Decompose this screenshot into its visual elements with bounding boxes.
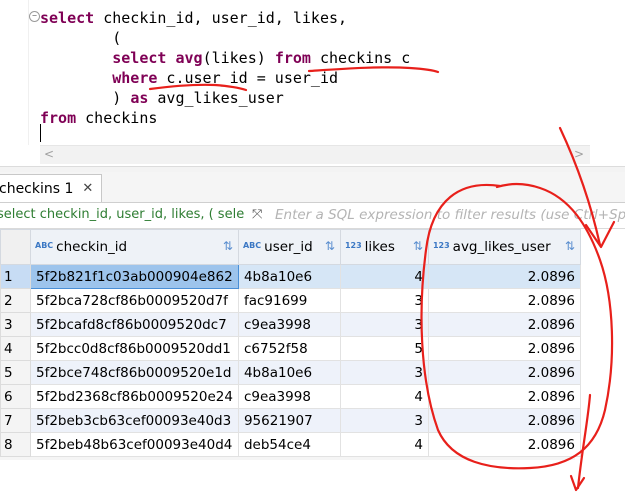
cell-likes[interactable]: 3: [339, 312, 429, 337]
cell-avg-likes-user[interactable]: 2.0896: [427, 408, 581, 433]
filter-input[interactable]: [275, 206, 625, 224]
results-tab-bar: checkins 1 ✕: [0, 172, 625, 203]
table-row[interactable]: 8 5f2beb48b63cef00093e40d4 deb54ce4 4 2.…: [0, 432, 581, 457]
column-header-user-id[interactable]: ABC user_id ⇅: [237, 229, 341, 265]
fold-minus-icon[interactable]: −: [29, 11, 40, 22]
table-row[interactable]: 7 5f2beb3cb63cef00093e40d3 95621907 3 2.…: [0, 408, 581, 433]
code-line-4: where c.user_id = user_id: [112, 69, 339, 87]
cell-user-id[interactable]: 4b8a10e6: [237, 264, 341, 289]
cell-user-id[interactable]: fac91699: [237, 288, 341, 313]
row-number[interactable]: 8: [0, 432, 31, 457]
cell-user-id[interactable]: c6752f58: [237, 336, 341, 361]
code-line-2: (: [40, 29, 122, 47]
cell-checkin-id[interactable]: 5f2bd2368cf86b0009520e24: [30, 384, 239, 409]
cell-avg-likes-user[interactable]: 2.0896: [427, 288, 581, 313]
row-number[interactable]: 2: [0, 288, 31, 313]
sort-filter-icon[interactable]: ⇅: [325, 239, 335, 253]
expand-icon[interactable]: ⤧: [252, 207, 262, 222]
cell-likes[interactable]: 4: [339, 264, 429, 289]
editor-horizontal-scrollbar[interactable]: < >: [40, 145, 590, 164]
table-row[interactable]: 1 5f2b821f1c03ab000904e862 4b8a10e6 4 2.…: [0, 264, 581, 289]
row-number[interactable]: 5: [0, 360, 31, 385]
row-number[interactable]: 7: [0, 408, 31, 433]
sort-filter-icon[interactable]: ⇅: [565, 239, 575, 253]
cell-checkin-id[interactable]: 5f2bcc0d8cf86b0009520dd1: [30, 336, 239, 361]
arrow-down-head: [569, 474, 586, 492]
editor-gutter: [0, 0, 29, 145]
cell-checkin-id[interactable]: 5f2b821f1c03ab000904e862: [30, 264, 239, 289]
grid-horizontal-scrollbar[interactable]: [0, 457, 575, 460]
cell-user-id[interactable]: 95621907: [237, 408, 341, 433]
cell-checkin-id[interactable]: 5f2beb3cb63cef00093e40d3: [30, 408, 239, 433]
cell-avg-likes-user[interactable]: 2.0896: [427, 336, 581, 361]
cell-avg-likes-user[interactable]: 2.0896: [427, 384, 581, 409]
tab-checkins-1[interactable]: checkins 1 ✕: [0, 174, 103, 202]
cell-likes[interactable]: 3: [339, 288, 429, 313]
table-row[interactable]: 2 5f2bca728cf86b0009520d7f fac91699 3 2.…: [0, 288, 581, 313]
cell-user-id[interactable]: c9ea3998: [237, 384, 341, 409]
code-line-1: select checkin_id, user_id, likes,: [40, 9, 348, 27]
cell-avg-likes-user[interactable]: 2.0896: [427, 432, 581, 457]
scroll-left-icon[interactable]: <: [44, 147, 54, 161]
cell-checkin-id[interactable]: 5f2bcafd8cf86b0009520dc7: [30, 312, 239, 337]
cell-likes[interactable]: 5: [339, 336, 429, 361]
table-row[interactable]: 3 5f2bcafd8cf86b0009520dc7 c9ea3998 3 2.…: [0, 312, 581, 337]
row-number[interactable]: 1: [0, 264, 31, 289]
cell-likes[interactable]: 4: [339, 432, 429, 457]
column-header-checkin-id[interactable]: ABC checkin_id ⇅: [30, 229, 239, 265]
text-type-icon: ABC: [242, 241, 262, 250]
column-header-likes[interactable]: 123 likes ⇅: [339, 229, 429, 265]
results-grid[interactable]: ABC checkin_id ⇅ ABC user_id ⇅ 123 likes ⇅ …: [0, 229, 581, 457]
cell-checkin-id[interactable]: 5f2bca728cf86b0009520d7f: [30, 288, 239, 313]
cell-likes[interactable]: 3: [339, 408, 429, 433]
cell-avg-likes-user[interactable]: 2.0896: [427, 264, 581, 289]
cell-avg-likes-user[interactable]: 2.0896: [427, 360, 581, 385]
row-number-header: [0, 229, 31, 265]
source-query-label: select checkin_id, user_id, likes, ( sel…: [0, 207, 245, 222]
number-type-icon: 123: [344, 241, 362, 250]
cell-user-id[interactable]: 4b8a10e6: [237, 360, 341, 385]
table-row[interactable]: 4 5f2bcc0d8cf86b0009520dd1 c6752f58 5 2.…: [0, 336, 581, 361]
code-line-6: from checkins: [40, 109, 158, 127]
cell-likes[interactable]: 4: [339, 384, 429, 409]
tab-label: checkins 1: [0, 180, 74, 197]
scroll-right-icon[interactable]: >: [574, 147, 584, 161]
text-type-icon: ABC: [35, 241, 54, 250]
sql-code[interactable]: select checkin_id, user_id, likes, ( sel…: [40, 8, 410, 128]
row-number[interactable]: 4: [0, 336, 31, 361]
cell-avg-likes-user[interactable]: 2.0896: [427, 312, 581, 337]
table-row[interactable]: 5 5f2bce748cf86b0009520e1d 4b8a10e6 3 2.…: [0, 360, 581, 385]
cell-user-id[interactable]: deb54ce4: [237, 432, 341, 457]
sort-filter-icon[interactable]: ⇅: [413, 239, 423, 253]
sql-editor[interactable]: − select checkin_id, user_id, likes, ( s…: [0, 0, 590, 145]
number-type-icon: 123: [432, 241, 450, 250]
cell-checkin-id[interactable]: 5f2bce748cf86b0009520e1d: [30, 360, 239, 385]
row-number[interactable]: 6: [0, 384, 31, 409]
text-caret: [40, 124, 41, 142]
cell-user-id[interactable]: c9ea3998: [237, 312, 341, 337]
column-header-avg-likes-user[interactable]: 123 avg_likes_user ⇅: [427, 229, 581, 265]
sort-filter-icon[interactable]: ⇅: [223, 239, 233, 253]
cell-checkin-id[interactable]: 5f2beb48b63cef00093e40d4: [30, 432, 239, 457]
code-line-5: ) as avg_likes_user: [40, 89, 284, 107]
row-number[interactable]: 3: [0, 312, 31, 337]
cell-likes[interactable]: 3: [339, 360, 429, 385]
filter-bar: select checkin_id, user_id, likes, ( sel…: [0, 203, 625, 229]
close-icon[interactable]: ✕: [82, 181, 93, 196]
code-line-3: select avg(likes) from checkins c: [112, 49, 411, 67]
table-row[interactable]: 6 5f2bd2368cf86b0009520e24 c9ea3998 4 2.…: [0, 384, 581, 409]
